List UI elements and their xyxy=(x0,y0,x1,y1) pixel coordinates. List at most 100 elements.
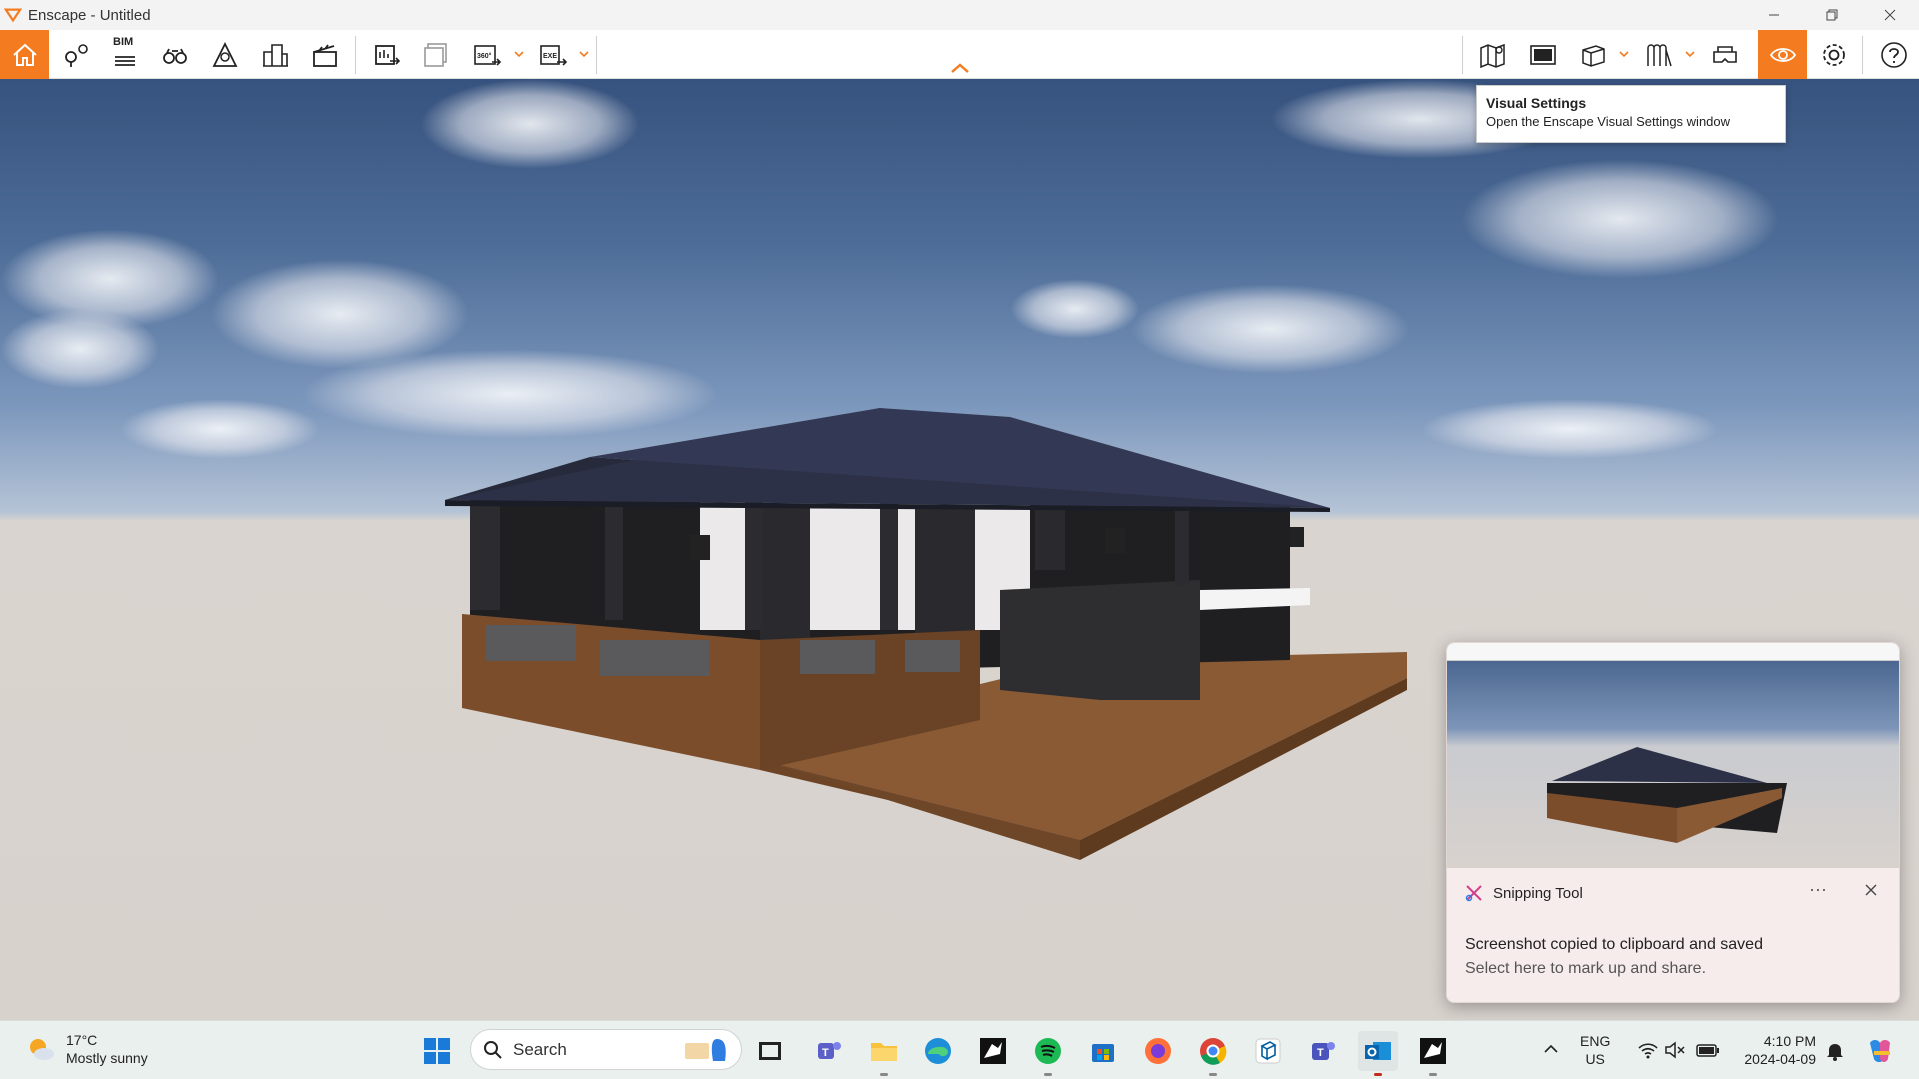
snipping-tool-notification[interactable]: Snipping Tool ··· Screenshot copied to c… xyxy=(1446,642,1900,1003)
help-icon xyxy=(1880,41,1907,68)
edge-icon xyxy=(925,1038,951,1064)
language-code: ENG xyxy=(1580,1033,1611,1049)
visual-settings-tooltip: Visual Settings Open the Enscape Visual … xyxy=(1476,85,1786,143)
map-icon xyxy=(1479,43,1505,68)
panorama-label: 360° xyxy=(477,52,492,60)
notification-app-name: Snipping Tool xyxy=(1493,884,1583,902)
taskbar-search[interactable]: Search xyxy=(470,1029,742,1070)
exe-export-icon: EXE xyxy=(539,44,567,66)
bim-label: BIM xyxy=(113,36,134,48)
firefox-button[interactable] xyxy=(1138,1031,1178,1071)
clock[interactable]: 4:10 PM 2024-04-09 xyxy=(1734,1032,1816,1068)
settings-button[interactable] xyxy=(1809,30,1858,79)
views-icon xyxy=(64,43,88,67)
notification-app-row: Snipping Tool xyxy=(1465,884,1583,902)
chevron-down-icon[interactable] xyxy=(578,48,590,60)
language-region: US xyxy=(1585,1051,1605,1067)
spotify-icon xyxy=(1035,1038,1061,1064)
teams-icon: T xyxy=(818,1042,841,1059)
volume-muted-icon[interactable] xyxy=(1664,1041,1686,1059)
enscape-app: Enscape - Untitled BIM 360° EXE Visual S… xyxy=(0,0,1919,1079)
sketchup-button[interactable] xyxy=(1248,1031,1288,1071)
exe-export-button[interactable]: EXE xyxy=(528,30,577,79)
chevron-down-icon[interactable] xyxy=(513,48,525,60)
thumbnail-house xyxy=(1547,747,1787,843)
store-button[interactable] xyxy=(1083,1031,1123,1071)
firefox-icon xyxy=(1145,1038,1171,1064)
chevron-up-icon[interactable] xyxy=(1543,1043,1559,1055)
copilot-icon[interactable] xyxy=(1864,1035,1896,1067)
start-button[interactable] xyxy=(417,1031,457,1071)
rhino-icon xyxy=(980,1038,1006,1064)
running-indicator xyxy=(880,1073,888,1076)
chevron-down-icon[interactable] xyxy=(1618,48,1630,60)
material-editor-button[interactable] xyxy=(1634,30,1683,79)
rhino-button[interactable] xyxy=(973,1031,1013,1071)
teams-chat-button[interactable]: T xyxy=(809,1031,849,1071)
chevron-down-icon[interactable] xyxy=(1684,48,1696,60)
atmosphere-icon xyxy=(212,41,237,67)
vr-headset-button[interactable] xyxy=(1700,30,1749,79)
sketchup-icon xyxy=(1255,1038,1281,1064)
teams-work-button[interactable]: T xyxy=(1303,1031,1343,1071)
outlook-icon xyxy=(1365,1042,1391,1060)
map-button[interactable] xyxy=(1468,30,1517,79)
close-button[interactable] xyxy=(1861,0,1919,30)
battery-icon[interactable] xyxy=(1696,1041,1720,1059)
toolbar-separator xyxy=(1862,36,1863,74)
notification-subtext: Select here to mark up and share. xyxy=(1465,960,1707,977)
views-button[interactable] xyxy=(51,30,100,79)
rhino-8-button[interactable] xyxy=(1413,1031,1453,1071)
cube-icon xyxy=(1581,44,1605,67)
render-export-button[interactable] xyxy=(362,30,411,79)
binoculars-button[interactable] xyxy=(150,30,199,79)
screenshot-thumbnail[interactable] xyxy=(1447,643,1899,868)
panorama-button[interactable]: 360° xyxy=(462,30,511,79)
notification-bell-icon[interactable] xyxy=(1826,1041,1844,1061)
render-export-icon xyxy=(374,44,400,65)
close-icon[interactable] xyxy=(1864,883,1878,897)
windows-taskbar: 17°C Mostly sunny Search T T ENG US 4:10… xyxy=(0,1020,1919,1079)
buildings-button[interactable] xyxy=(250,30,299,79)
atmosphere-button[interactable] xyxy=(200,30,249,79)
wifi-icon[interactable] xyxy=(1637,1041,1659,1059)
video-editor-button[interactable] xyxy=(300,30,349,79)
gear-icon xyxy=(1822,43,1845,66)
edge-button[interactable] xyxy=(918,1031,958,1071)
enscape-logo-icon xyxy=(4,8,22,23)
collapse-toolbar-icon[interactable] xyxy=(950,62,970,74)
bim-button[interactable]: BIM xyxy=(100,30,149,79)
vr-headset-icon xyxy=(1712,45,1737,63)
file-explorer-icon xyxy=(871,1043,897,1061)
asset-library-button[interactable] xyxy=(1568,30,1617,79)
running-indicator xyxy=(1209,1073,1217,1076)
file-explorer-button[interactable] xyxy=(864,1031,904,1071)
task-view-icon xyxy=(759,1042,781,1060)
task-view-button[interactable] xyxy=(750,1031,790,1071)
search-placeholder: Search xyxy=(513,1039,567,1059)
windows-start-icon xyxy=(424,1038,450,1064)
batch-render-button[interactable] xyxy=(412,30,461,79)
minimize-button[interactable] xyxy=(1745,0,1803,30)
chrome-button[interactable] xyxy=(1193,1031,1233,1071)
toolbar-separator xyxy=(1462,36,1463,74)
spotify-button[interactable] xyxy=(1028,1031,1068,1071)
restore-button[interactable] xyxy=(1803,0,1861,30)
binoculars-icon xyxy=(162,48,187,64)
weather-widget[interactable]: 17°C Mostly sunny xyxy=(26,1031,148,1067)
rhino-8-icon xyxy=(1420,1038,1446,1064)
search-highlight-icon xyxy=(685,1038,726,1061)
visual-settings-button[interactable] xyxy=(1758,30,1807,79)
weather-temperature: 17°C xyxy=(66,1032,98,1048)
running-indicator xyxy=(1044,1073,1052,1076)
outlook-button[interactable] xyxy=(1358,1031,1398,1071)
home-button[interactable] xyxy=(0,30,49,79)
captures-button[interactable] xyxy=(1518,30,1567,79)
batch-render-icon xyxy=(423,42,447,67)
notification-more-button[interactable]: ··· xyxy=(1809,879,1827,900)
panorama-360-icon: 360° xyxy=(473,44,501,66)
clapper-icon xyxy=(312,43,337,67)
partly-sunny-icon xyxy=(30,1039,54,1060)
language-indicator[interactable]: ENG US xyxy=(1580,1032,1610,1068)
help-button[interactable] xyxy=(1869,30,1918,79)
